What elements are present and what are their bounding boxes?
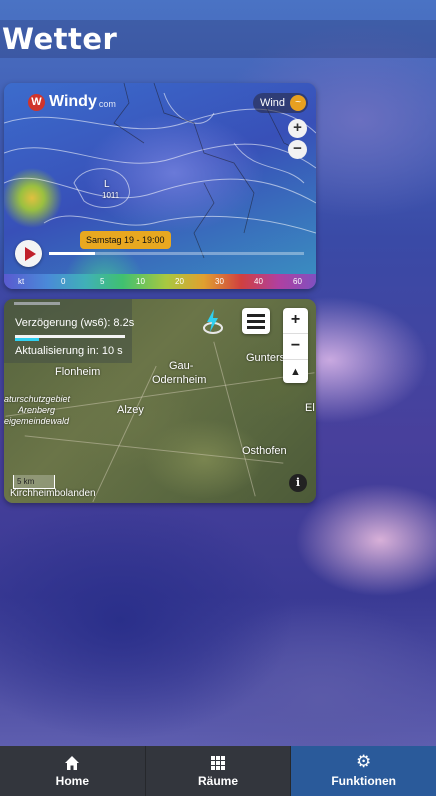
timeline-slider[interactable] [49, 252, 304, 255]
update-progress-indicator [15, 338, 39, 341]
windy-brand: Windy [49, 93, 97, 110]
legend-tick: 10 [136, 277, 145, 286]
windy-brand-suffix: com [98, 99, 116, 109]
legend-unit: kt [18, 277, 25, 286]
menu-icon-bar [247, 314, 265, 317]
legend-tick: 5 [100, 277, 105, 286]
map-pressure-label: 1011 [102, 191, 120, 200]
menu-icon-bar [247, 326, 265, 329]
legend-tick: 60 [293, 277, 302, 286]
lightning-map-widget[interactable]: Flonheim Gau- Odernheim Alzey Gunters Os… [4, 299, 316, 503]
place-label: eigemeindewald [4, 416, 70, 426]
page-title: Wetter [2, 22, 118, 56]
place-label: Flonheim [55, 366, 101, 378]
legend-tick: 0 [61, 277, 66, 286]
status-panel: Verzögerung (ws6): 8.2s Aktualisierung i… [4, 299, 135, 363]
windy-widget[interactable]: L 1011 W Windy com Wind ~ + − Samstag 19… [4, 83, 316, 289]
legend-tick: 30 [215, 277, 224, 286]
wind-legend: kt 0 5 10 20 30 40 60 [4, 274, 316, 289]
home-icon [65, 756, 80, 770]
place-label: Odernheim [152, 374, 207, 386]
nav-home[interactable]: Home [0, 746, 146, 796]
nav-rooms[interactable]: Räume [145, 746, 292, 796]
nav-home-label: Home [55, 774, 89, 788]
place-label: El [305, 402, 315, 414]
map-zoom-controls: + − ▲ [283, 308, 308, 383]
nav-functions[interactable]: ⚙ Funktionen [291, 746, 436, 796]
nav-rooms-label: Räume [198, 774, 239, 788]
windy-zoom-out-button[interactable]: − [288, 140, 307, 159]
update-text: Aktualisierung in: 10 s [15, 345, 123, 357]
windy-logo[interactable]: W Windy com [28, 93, 116, 111]
grid-icon [211, 756, 225, 770]
map-low-label: L [104, 179, 110, 190]
map-zoom-in-button[interactable]: + [283, 308, 308, 334]
bottom-navigation: Home Räume ⚙ Funktionen [0, 746, 436, 796]
windy-logo-icon: W [28, 93, 45, 111]
place-label: Gau- [169, 360, 194, 372]
time-label: Samstag 19 - 19:00 [80, 231, 171, 249]
compass-icon[interactable]: ▲ [283, 360, 308, 383]
nav-functions-label: Funktionen [331, 774, 397, 788]
gear-icon: ⚙ [356, 752, 372, 771]
map-road [213, 341, 256, 497]
layers-menu-button[interactable] [242, 308, 270, 334]
place-label: Osthofen [242, 445, 287, 457]
map-scale: 5 km [13, 475, 55, 489]
wind-icon: ~ [290, 95, 306, 111]
place-label: Gunters [246, 352, 286, 364]
place-label: Kirchheimbolanden [10, 488, 96, 499]
delay-text: Verzögerung (ws6): 8.2s [15, 317, 135, 329]
play-button[interactable] [15, 240, 42, 267]
map-road [92, 365, 157, 503]
timeline-progress [49, 252, 95, 255]
legend-tick: 20 [175, 277, 184, 286]
windy-zoom-in-button[interactable]: + [288, 119, 307, 138]
map-zoom-out-button[interactable]: − [283, 334, 308, 360]
menu-icon-bar [247, 320, 265, 323]
status-divider [14, 302, 60, 305]
place-label: Alzey [117, 404, 144, 416]
legend-tick: 40 [254, 277, 263, 286]
lightning-bolt-icon[interactable] [201, 308, 225, 334]
place-label: aturschutzgebiet [4, 394, 71, 404]
info-icon[interactable]: i [289, 474, 307, 492]
layer-label: Wind [259, 97, 285, 109]
place-label: Arenberg [18, 405, 56, 415]
layer-selector[interactable]: Wind ~ [252, 93, 308, 113]
